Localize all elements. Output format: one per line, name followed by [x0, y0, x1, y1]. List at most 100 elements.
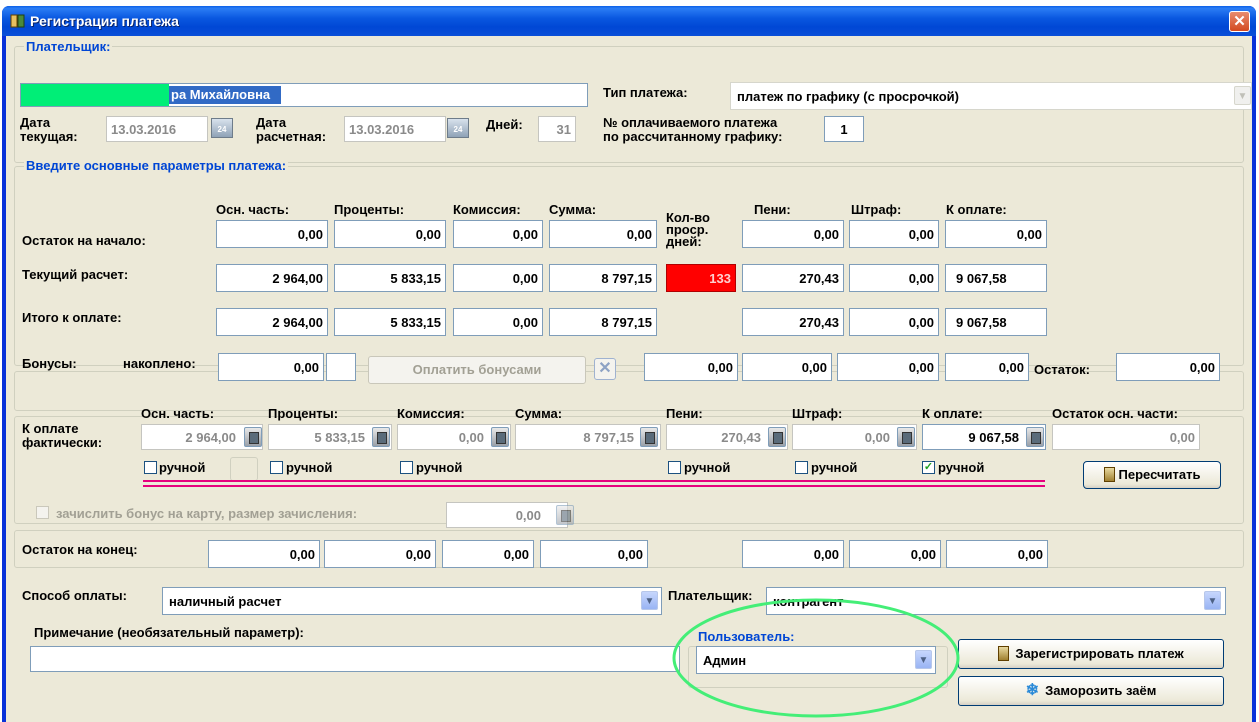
payer-name-value: ра Михайловна [171, 87, 271, 102]
payment-number-label: № оплачиваемого платежа по рассчитанному … [603, 115, 783, 144]
pink-annotation-line [143, 480, 1045, 487]
bonus-fine-field: 0,00 [742, 353, 832, 381]
register-payment-button[interactable]: Зарегистрировать платеж [958, 639, 1224, 669]
date-current-field[interactable]: 13.03.2016 [106, 116, 208, 142]
green-annotation-ellipse [672, 598, 960, 718]
start-principal: 0,00 [216, 220, 328, 248]
payment-method-value: наличный расчет [169, 594, 282, 609]
app-icon [10, 14, 25, 28]
manual-principal-label: ручной [159, 460, 206, 475]
current-penalty: 270,43 [742, 264, 844, 292]
calculator-icon[interactable] [244, 427, 262, 447]
actual-header-fine: Штраф: [792, 406, 843, 421]
start-sum: 0,00 [549, 220, 657, 248]
current-to-pay: 9 067,58 [945, 264, 1047, 292]
current-sum: 8 797,15 [549, 264, 657, 292]
bonus-penalty-field: 0,00 [644, 353, 738, 381]
calculator-icon[interactable] [372, 427, 390, 447]
bonus-field-4: 0,00 [945, 353, 1029, 381]
payer-name-mask [21, 84, 169, 106]
end-penalty: 0,00 [742, 540, 844, 568]
title-bar[interactable]: Регистрация платежа ✕ [2, 6, 1256, 36]
actual-principal-left-field: 0,00 [1052, 424, 1200, 450]
current-principal: 2 964,00 [216, 264, 328, 292]
calculator-icon[interactable] [897, 427, 915, 447]
row-label-total: Итого к оплате: [22, 310, 122, 325]
recalculate-button[interactable]: Пересчитать [1083, 461, 1221, 489]
params-group-label: Введите основные параметры платежа: [24, 158, 289, 173]
start-penalty: 0,00 [742, 220, 844, 248]
bonus-accumulated-label: накоплено: [123, 356, 196, 371]
freeze-loan-button[interactable]: ❄ Заморозить заём [958, 676, 1224, 706]
end-fine: 0,00 [849, 540, 941, 568]
calculator-icon [1103, 467, 1115, 482]
row-label-start-balance: Остаток на начало: [22, 233, 146, 248]
calculator-icon[interactable] [491, 427, 509, 447]
bonus-small-field[interactable] [326, 353, 356, 381]
row-label-current-calc: Текущий расчет: [22, 267, 129, 282]
actual-header-penalty: Пени: [666, 406, 703, 421]
chevron-down-icon[interactable]: ▼ [641, 591, 658, 610]
end-interest: 0,00 [324, 540, 436, 568]
snowflake-icon: ❄ [1025, 682, 1040, 699]
col-header-to-pay: К оплате: [946, 202, 1007, 217]
payment-type-select[interactable]: платеж по графику (с просрочкой) [730, 82, 1252, 110]
manual-to-pay-label: ручной [938, 460, 985, 475]
actual-header-principal: Осн. часть: [141, 406, 215, 421]
total-penalty: 270,43 [742, 308, 844, 336]
current-fine: 0,00 [849, 264, 939, 292]
actual-header-sum: Сумма: [515, 406, 563, 421]
payment-number-field[interactable]: 1 [824, 116, 864, 142]
actual-header-interest: Проценты: [268, 406, 339, 421]
calculator-icon[interactable] [1026, 427, 1044, 447]
date-calc-field[interactable]: 13.03.2016 [344, 116, 446, 142]
manual-commission-checkbox[interactable] [400, 461, 413, 474]
total-sum: 8 797,15 [549, 308, 657, 336]
bonus-to-card-checkbox[interactable] [36, 506, 49, 519]
total-fine: 0,00 [849, 308, 939, 336]
payer-group-label: Плательщик: [24, 39, 113, 54]
total-interest: 5 833,15 [334, 308, 446, 336]
payment-method-select[interactable]: наличный расчет [162, 587, 662, 615]
payment-type-label: Тип платежа: [603, 85, 688, 100]
calculator-icon[interactable] [768, 427, 786, 447]
col-header-fine: Штраф: [851, 202, 902, 217]
col-header-commission: Комиссия: [453, 202, 521, 217]
days-field: 31 [538, 116, 576, 142]
note-label: Примечание (необязательный параметр): [34, 625, 304, 640]
manual-principal-checkbox[interactable] [144, 461, 157, 474]
payment-type-value: платеж по графику (с просрочкой) [737, 89, 959, 104]
date-current-label: Дата текущая: [20, 115, 78, 144]
manual-interest-checkbox[interactable] [270, 461, 283, 474]
col-header-penalty: Пени: [754, 202, 791, 217]
current-interest: 5 833,15 [334, 264, 446, 292]
actual-label: К оплате фактически: [22, 421, 103, 450]
start-commission: 0,00 [453, 220, 543, 248]
freeze-loan-label: Заморозить заём [1045, 683, 1157, 698]
bonus-group [14, 371, 1244, 411]
actual-header-principal-left: Остаток осн. части: [1052, 406, 1178, 421]
close-button[interactable]: ✕ [1229, 11, 1250, 32]
pay-with-bonus-button[interactable]: Оплатить бонусами [368, 356, 586, 384]
calendar-icon[interactable]: 24 [447, 118, 469, 138]
bonus-to-card-field[interactable]: 0,00 [446, 502, 568, 528]
note-input[interactable] [30, 646, 680, 672]
manual-to-pay-checkbox[interactable]: ✓ [922, 461, 935, 474]
calendar-icon[interactable]: 24 [211, 118, 233, 138]
calculator-icon[interactable] [640, 427, 658, 447]
manual-penalty-checkbox[interactable] [668, 461, 681, 474]
start-interest: 0,00 [334, 220, 446, 248]
start-fine: 0,00 [849, 220, 939, 248]
clear-bonus-button[interactable]: ✕ [594, 358, 616, 380]
days-label: Дней: [486, 117, 523, 132]
bonus-to-card-label: зачислить бонус на карту, размер зачисле… [56, 506, 358, 521]
bonus-label: Бонусы: [22, 356, 77, 371]
end-principal: 0,00 [208, 540, 320, 568]
overdue-days-field: 133 [666, 264, 736, 292]
chevron-down-icon[interactable]: ▼ [1204, 591, 1221, 610]
register-payment-label: Зарегистрировать платеж [1015, 646, 1184, 661]
manual-interest-label: ручной [286, 460, 333, 475]
manual-fine-checkbox[interactable] [795, 461, 808, 474]
bonus-remainder-label: Остаток: [1034, 362, 1090, 377]
end-sum: 0,00 [540, 540, 648, 568]
